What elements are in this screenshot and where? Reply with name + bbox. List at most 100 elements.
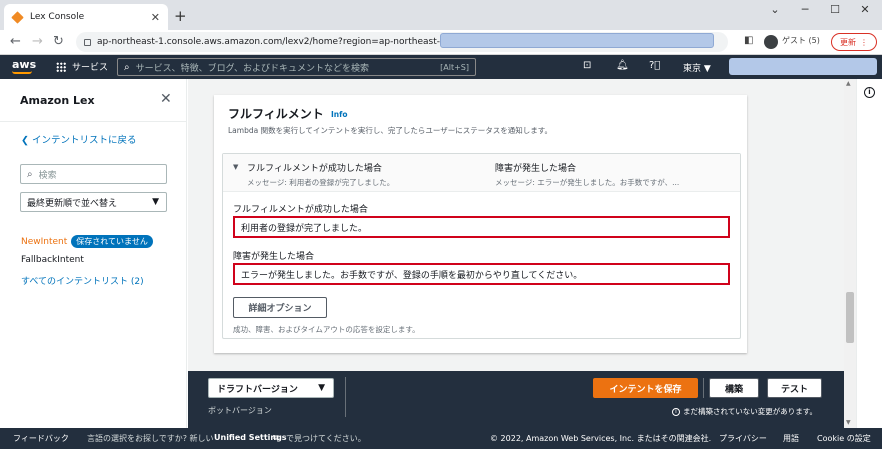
side-panel-icon[interactable]: ◧ bbox=[744, 35, 753, 46]
failure-message-field[interactable]: エラーが発生しました。お手数ですが、登録の手順を最初からやり直してください。 bbox=[233, 263, 730, 285]
services-label: サービス bbox=[72, 63, 109, 73]
url-text: ap-northeast-1.console.aws.amazon.com/le… bbox=[97, 37, 472, 47]
version-select[interactable]: ドラフトバージョン ▼ bbox=[208, 378, 334, 398]
terms-link[interactable]: 用語 bbox=[783, 433, 799, 444]
bot-version-caption: ボットバージョン bbox=[208, 406, 272, 415]
tab-search-chevron-icon[interactable]: ⌄ bbox=[760, 3, 790, 16]
services-grid-icon bbox=[56, 61, 66, 72]
draft-version-label: ドラフトバージョン bbox=[217, 384, 298, 395]
help-icon[interactable]: ?⃝ bbox=[649, 60, 660, 71]
console-footer: フィードバック 言語の選択をお探しですか? 新しい Unified Settin… bbox=[0, 428, 882, 449]
language-prompt: 言語の選択をお探しですか? 新しい bbox=[87, 434, 214, 443]
close-window-icon[interactable]: ✕ bbox=[850, 3, 880, 16]
save-intent-button[interactable]: インテントを保存 bbox=[593, 378, 698, 398]
browser-tab[interactable]: Lex Console ✕ bbox=[4, 4, 168, 30]
redacted-account-menu[interactable] bbox=[729, 58, 877, 75]
tab-title: Lex Console bbox=[30, 12, 85, 22]
browser-toolbar: ← → ↻ ap-northeast-1.console.aws.amazon.… bbox=[0, 30, 882, 55]
test-button[interactable]: テスト bbox=[767, 378, 822, 398]
privacy-link[interactable]: プライバシー bbox=[719, 433, 767, 444]
back-link-label: インテントリストに戻る bbox=[31, 135, 137, 146]
unbuilt-changes-note: i まだ構築されていない変更があります。 bbox=[672, 406, 817, 417]
forward-arrow-icon[interactable]: → bbox=[32, 34, 43, 49]
sidebar-item-all-intents[interactable]: すべてのインテントリスト (2) bbox=[21, 274, 144, 287]
search-shortcut: [Alt+S] bbox=[440, 62, 469, 72]
newintent-label: NewIntent bbox=[21, 236, 68, 247]
tab-close-icon[interactable]: ✕ bbox=[151, 11, 160, 24]
caret-down-icon: ▼ bbox=[318, 383, 325, 393]
external-link-icon: ⧉ bbox=[273, 433, 279, 442]
collapse-caret-icon[interactable]: ▼ bbox=[233, 163, 238, 171]
back-to-intent-list-link[interactable]: ❮ インテントリストに戻る bbox=[21, 132, 137, 146]
success-summary-message: メッセージ: 利用者の登録が完了しました。 bbox=[247, 178, 395, 187]
profile-avatar-icon[interactable] bbox=[764, 35, 778, 49]
sidebar-close-icon[interactable]: ✕ bbox=[160, 91, 172, 107]
build-button[interactable]: 構築 bbox=[709, 378, 759, 398]
aws-search-placeholder: サービス、特徴、ブログ、およびドキュメントなどを検索 bbox=[135, 63, 369, 74]
intent-sidebar: Amazon Lex ✕ ❮ インテントリストに戻る ⌕ 検索 最終更新順で並べ… bbox=[0, 79, 187, 428]
info-icon[interactable]: i bbox=[864, 87, 875, 98]
cloudshell-icon[interactable]: ⊡ bbox=[583, 60, 591, 71]
update-label: 更新 bbox=[840, 37, 856, 47]
fulfillment-panel: フルフィルメント Info Lambda 関数を実行してインテントを実行し、完了… bbox=[214, 95, 747, 353]
success-summary-title: フルフィルメントが成功した場合 bbox=[247, 164, 382, 174]
maximize-window-icon[interactable]: ☐ bbox=[820, 3, 850, 16]
sidebar-item-newintent[interactable]: NewIntent 保存されていません bbox=[21, 235, 153, 248]
info-circle-icon: i bbox=[672, 407, 680, 416]
fulfillment-summary-header[interactable]: ▼ フルフィルメントが成功した場合 メッセージ: 利用者の登録が完了しました。 … bbox=[223, 154, 740, 192]
aws-logo-text: aws bbox=[12, 58, 37, 71]
fulfillment-response-section: ▼ フルフィルメントが成功した場合 メッセージ: 利用者の登録が完了しました。 … bbox=[222, 153, 741, 339]
unbuilt-changes-text: まだ構築されていない変更があります。 bbox=[683, 407, 818, 416]
back-arrow-icon[interactable]: ← bbox=[10, 34, 21, 49]
failure-summary-message: メッセージ: エラーが発生しました。お手数ですが、... bbox=[495, 178, 680, 187]
sidebar-divider bbox=[0, 121, 187, 122]
caret-down-icon: ▼ bbox=[152, 197, 159, 207]
reload-icon[interactable]: ↻ bbox=[53, 34, 64, 49]
cookie-settings-link[interactable]: Cookie の設定 bbox=[817, 433, 871, 444]
aws-search-input[interactable]: ⌕ サービス、特徴、ブログ、およびドキュメントなどを検索 [Alt+S] bbox=[117, 58, 476, 76]
scrollbar-thumb[interactable] bbox=[846, 292, 854, 343]
scroll-up-icon[interactable]: ▲ bbox=[846, 80, 851, 87]
scroll-down-icon[interactable]: ▼ bbox=[846, 419, 851, 426]
sort-label: 最終更新順で並べ替え bbox=[27, 198, 118, 209]
sidebar-item-fallbackintent[interactable]: FallbackIntent bbox=[21, 255, 84, 265]
minimize-window-icon[interactable]: ─ bbox=[790, 3, 820, 16]
action-divider bbox=[345, 377, 346, 417]
success-message-label: フルフィルメントが成功した場合 bbox=[233, 205, 368, 215]
sidebar-search-input[interactable]: ⌕ 検索 bbox=[20, 164, 167, 184]
action-divider bbox=[703, 378, 704, 398]
sidebar-search-placeholder: 検索 bbox=[38, 170, 57, 181]
aws-logo[interactable]: aws bbox=[12, 58, 37, 74]
redacted-url-region bbox=[440, 33, 714, 48]
browser-tabstrip: Lex Console ✕ + ⌄ ─ ☐ ✕ bbox=[0, 0, 882, 30]
feedback-link[interactable]: フィードバック bbox=[13, 433, 69, 444]
fulfillment-title: フルフィルメント bbox=[228, 107, 324, 121]
new-tab-button[interactable]: + bbox=[174, 7, 187, 25]
chevron-left-icon: ❮ bbox=[21, 135, 32, 146]
search-icon: ⌕ bbox=[124, 61, 130, 73]
sidebar-title: Amazon Lex bbox=[20, 94, 95, 107]
advanced-options-button[interactable]: 詳細オプション bbox=[233, 297, 327, 318]
lex-favicon-icon bbox=[11, 10, 24, 24]
success-message-field[interactable]: 利用者の登録が完了しました。 bbox=[233, 216, 730, 238]
main-content: フルフィルメント Info Lambda 関数を実行してインテントを実行し、完了… bbox=[188, 79, 844, 372]
browser-menu-icon: ⋮ bbox=[860, 37, 868, 47]
notifications-bell-icon[interactable]: 🔔︎ bbox=[616, 60, 629, 71]
unsaved-badge: 保存されていません bbox=[71, 235, 153, 248]
failure-message-label: 障害が発生した場合 bbox=[233, 252, 315, 262]
sort-order-select[interactable]: 最終更新順で並べ替え ▼ bbox=[20, 192, 167, 212]
intent-action-bar: ドラフトバージョン ▼ ボットバージョン インテントを保存 構築 テスト i ま… bbox=[188, 371, 844, 428]
page-scrollbar[interactable]: ▲ ▼ bbox=[844, 79, 856, 428]
guest-profile-label[interactable]: ゲスト (5) bbox=[782, 35, 820, 46]
language-suffix: で見つけてください。 bbox=[286, 434, 366, 443]
browser-update-button[interactable]: 更新 ⋮ bbox=[831, 33, 877, 51]
region-selector[interactable]: 東京 ▼ bbox=[683, 61, 711, 74]
aws-console-header: aws サービス ⌕ サービス、特徴、ブログ、およびドキュメントなどを検索 [A… bbox=[0, 55, 882, 79]
services-menu-button[interactable]: サービス bbox=[56, 60, 108, 73]
advanced-options-description: 成功、障害、およびタイムアウトの応答を設定します。 bbox=[233, 325, 420, 334]
aws-smile-icon bbox=[12, 71, 32, 74]
search-icon: ⌕ bbox=[27, 168, 33, 180]
success-summary: フルフィルメントが成功した場合 メッセージ: 利用者の登録が完了しました。 bbox=[247, 161, 394, 188]
failure-summary: 障害が発生した場合 メッセージ: エラーが発生しました。お手数ですが、... bbox=[495, 161, 679, 188]
fulfillment-info-link[interactable]: Info bbox=[331, 110, 348, 119]
